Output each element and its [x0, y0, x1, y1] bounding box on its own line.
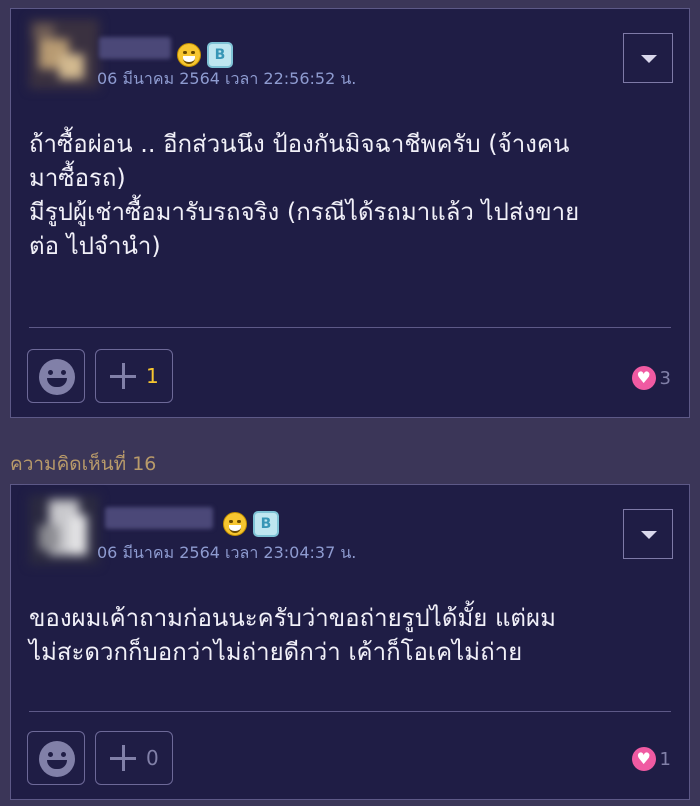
comment-body: ถ้าซื้อผ่อน .. อีกส่วนนึง ป้องกันมิจฉาชี…: [29, 127, 669, 263]
plus-vote-button[interactable]: 1: [95, 349, 173, 403]
comment-body: ของผมเค้าถามก่อนนะครับว่าขอถ่ายรูปได้มั้…: [29, 601, 669, 669]
comment-line: มาซื้อรถ): [29, 164, 126, 192]
comment-line: ของผมเค้าถามก่อนนะครับว่าขอถ่ายรูปได้มั้…: [29, 604, 556, 632]
comment-timestamp: 06 มีนาคม 2564 เวลา 23:04:37 น.: [97, 543, 357, 562]
comment-line: ไม่สะดวกก็บอกว่าไม่ถ่ายดีกว่า เค้าก็โอเค…: [29, 638, 523, 666]
blogger-badge-icon: B: [207, 42, 233, 68]
blogger-badge-icon: B: [253, 511, 279, 537]
plus-count: 1: [146, 364, 159, 388]
comment-card: B 06 มีนาคม 2564 เวลา 23:04:37 น. ของผมเ…: [10, 484, 690, 800]
comment-card: B 06 มีนาคม 2564 เวลา 22:56:52 น. ถ้าซื้…: [10, 8, 690, 418]
username[interactable]: [105, 507, 213, 529]
emoji-reaction-button[interactable]: [27, 349, 85, 403]
comment-number-label: ความคิดเห็นที่ 16: [10, 453, 157, 475]
smiley-icon: [39, 359, 75, 395]
comment-line: ถ้าซื้อผ่อน .. อีกส่วนนึง ป้องกันมิจฉาชี…: [29, 130, 570, 158]
laughing-emoji-icon: [223, 512, 247, 536]
plus-icon: [110, 363, 136, 389]
emoji-reaction-button[interactable]: [27, 731, 85, 785]
divider: [29, 327, 671, 328]
heart-icon: [631, 366, 656, 390]
plus-vote-button[interactable]: 0: [95, 731, 173, 785]
comment-menu-button[interactable]: [623, 509, 673, 559]
heart-icon: [631, 747, 656, 771]
plus-icon: [110, 745, 136, 771]
comment-line: ต่อ ไปจำนำ): [29, 232, 161, 260]
heart-count: 3: [659, 367, 671, 389]
heart-count: 1: [659, 748, 671, 770]
comment-line: มีรูปผู้เช่าซื้อมารับรถจริง (กรณีได้รถมา…: [29, 198, 580, 226]
smiley-icon: [39, 741, 75, 777]
heart-reactions[interactable]: 1: [631, 747, 671, 771]
avatar[interactable]: [29, 495, 99, 565]
username[interactable]: [99, 37, 171, 59]
plus-count: 0: [146, 746, 159, 770]
divider: [29, 711, 671, 712]
comment-menu-button[interactable]: [623, 33, 673, 83]
heart-reactions[interactable]: 3: [631, 366, 671, 390]
comment-timestamp: 06 มีนาคม 2564 เวลา 22:56:52 น.: [97, 69, 357, 88]
avatar[interactable]: [29, 19, 99, 89]
laughing-emoji-icon: [177, 43, 201, 67]
